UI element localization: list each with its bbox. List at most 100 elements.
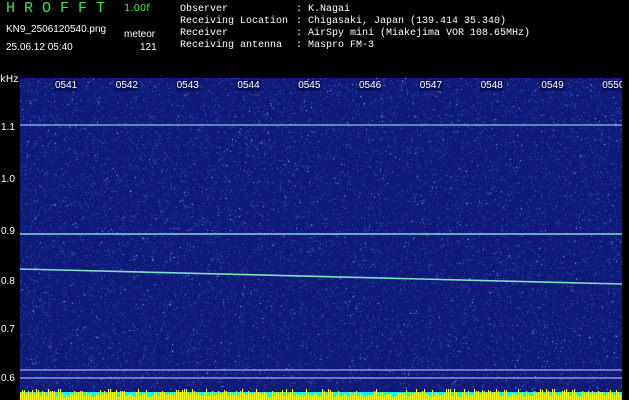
bottom-bar-spike [262,394,263,400]
bottom-bar-spike [358,396,359,400]
bottom-bar-spike [496,389,497,400]
bottom-bar-spike [402,393,403,400]
bottom-bar-spike [96,394,97,400]
bottom-bar-spike [342,396,343,400]
bottom-bar-spike [36,389,37,400]
bottom-bar-spike [444,393,445,400]
bottom-bar-spike [42,391,43,400]
bottom-bar-spike [70,394,71,400]
bottom-bar-spike [156,392,157,400]
bottom-bar-spike [140,396,141,400]
bottom-bar-spike [576,394,577,400]
bottom-bar-spike [314,394,315,400]
freq-label: 0.6 [1,373,15,384]
bottom-bar-spike [610,390,611,400]
bottom-bar-spike [22,390,23,400]
bottom-bar-spike [494,392,495,400]
bottom-bar-spike [26,394,27,400]
bottom-bar-spike [144,394,145,400]
bottom-bar-spike [52,391,53,400]
bottom-bar-spike [550,396,551,400]
field-value-location: Chigasaki, Japan (139.414 35.340) [308,16,507,27]
bottom-bar-spike [520,394,521,400]
freq-label: 0.7 [1,324,15,335]
bottom-bar-spike [564,390,565,400]
signal-line-drift [20,268,622,285]
bottom-bar-spike [324,391,325,400]
bottom-bar-spike [138,389,139,400]
bottom-bar-spike [254,393,255,400]
bottom-bar-spike [522,393,523,400]
bottom-bar-spike [462,392,463,400]
colon-0: : [296,4,303,15]
bottom-bar-spike [582,391,583,400]
bottom-bar-spike [90,393,91,400]
bottom-bar-spike [260,394,261,400]
bottom-bar-spike [516,396,517,400]
bottom-bar-spike [362,395,363,400]
bottom-bar-spike [382,392,383,400]
bottom-bar-spike [94,396,95,400]
bottom-bar-spike [536,393,537,400]
bottom-bar-spike [172,394,173,400]
bottom-bar-spike [416,389,417,400]
bottom-bar-spike [604,396,605,400]
bottom-bar-spike [44,392,45,400]
time-label: 0547 [418,80,444,91]
bottom-bar-spike [84,396,85,400]
bottom-bar-spike [284,396,285,400]
bottom-bar-spike [122,391,123,400]
bottom-bar-spike [454,389,455,400]
bottom-bar-spike [412,393,413,400]
bottom-bar-spike [330,390,331,400]
bottom-bar-spike [616,390,617,400]
spectrogram-plot[interactable]: 0541 0542 0543 0544 0545 0546 0547 0548 0549 0550 [20,78,622,400]
bottom-bar-spike [552,389,553,400]
bottom-bar-spike [120,391,121,400]
bottom-bar-spike [30,394,31,400]
bottom-bar-spike [302,394,303,400]
bottom-bar-spike [88,395,89,400]
bottom-bar-spike [192,389,193,400]
bottom-bar-spike [166,395,167,400]
bottom-bar-spike [104,391,105,400]
bottom-bar-spike [50,391,51,400]
bottom-bar-spike [572,390,573,400]
bottom-bar-spike [526,391,527,400]
bottom-bar-spike [20,393,21,400]
freq-label: 0.9 [1,226,15,237]
bottom-bar-spike [130,393,131,400]
bottom-bar-spike [608,392,609,400]
bottom-bar-spike [110,389,111,400]
bottom-bar-spike [368,395,369,400]
bottom-bar-spike [228,396,229,400]
bottom-bar-spike [450,389,451,400]
spectrogram-overlay [20,124,622,400]
bottom-bar-spike [188,393,189,400]
bottom-bar-spike [518,389,519,400]
bottom-bar-spike [24,390,25,400]
bottom-bar-spike [184,389,185,400]
bottom-bar-spike [432,390,433,400]
bottom-bar-spike [340,396,341,400]
bottom-bar-spike [66,395,67,400]
bottom-bar-spike [126,396,127,400]
bottom-bar-spike [532,396,533,400]
time-label: 0549 [540,80,565,91]
bottom-bar-spike [478,391,479,400]
bottom-bar-spike [380,393,381,400]
count-label: meteor [124,29,156,40]
bottom-bar-spike [236,391,237,400]
bottom-bar-spike [356,391,357,400]
bottom-bar-spike [332,392,333,400]
bottom-bar-spike [498,391,499,400]
bottom-bar-spike [298,395,299,400]
bottom-bar-spike [438,394,439,400]
bottom-bar-spike [586,394,587,400]
bottom-bar-spike [434,396,435,400]
bottom-bar-spike [72,394,73,400]
bottom-bar-spike [174,395,175,400]
bottom-bar-spike [240,391,241,400]
bottom-bar-spike [570,396,571,400]
bottom-bar-spike [396,396,397,400]
